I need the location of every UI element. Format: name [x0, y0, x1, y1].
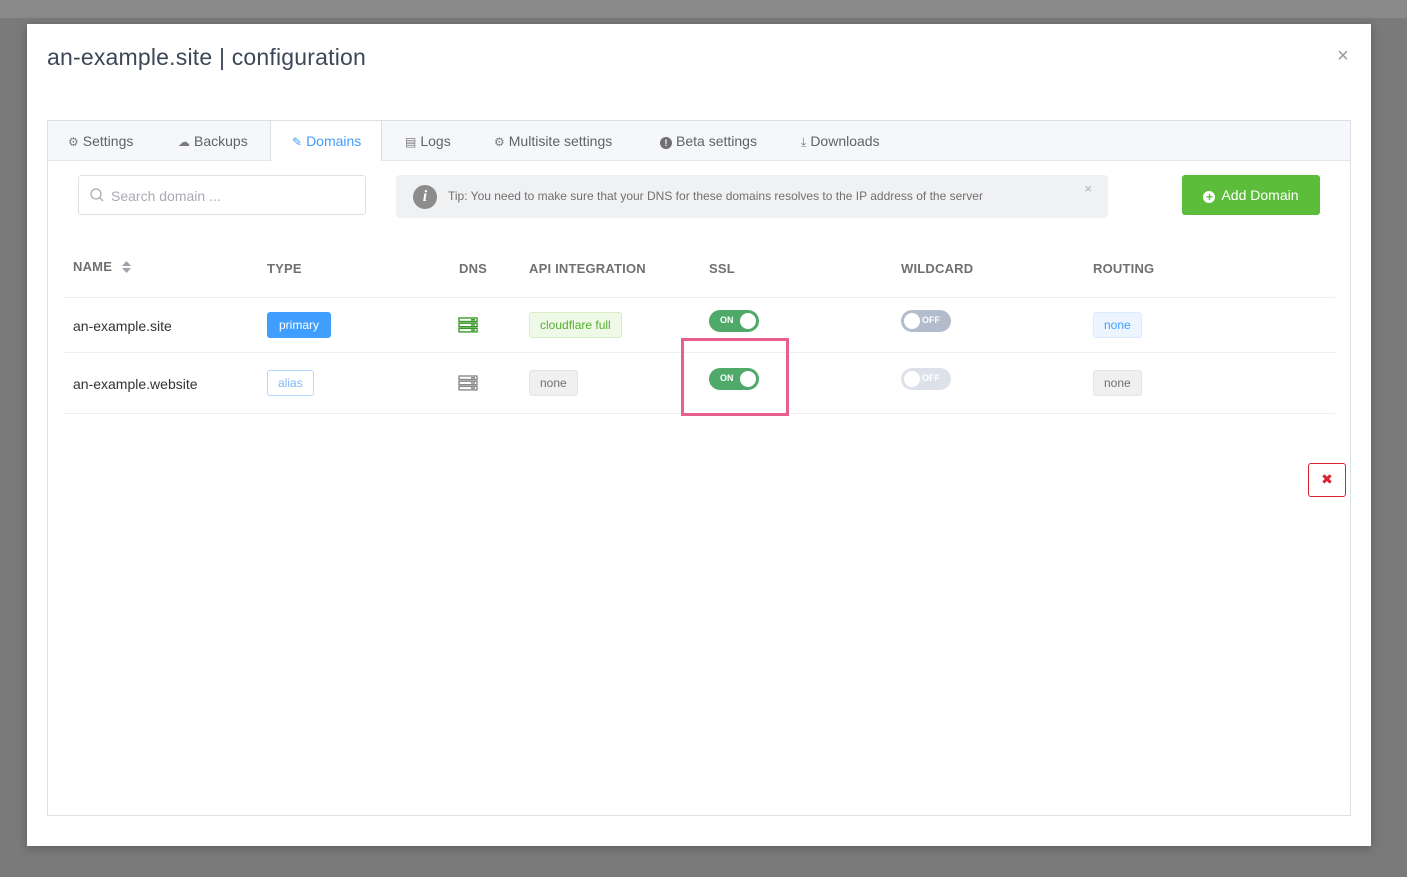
close-icon: ✖	[1321, 472, 1333, 488]
dns-server-ok-icon	[458, 317, 478, 333]
plus-circle-icon: +	[1203, 191, 1216, 203]
wildcard-toggle-disabled: OFF	[901, 368, 951, 390]
toggle-knob	[904, 371, 920, 387]
delete-domain-button[interactable]: ✖	[1308, 463, 1346, 497]
gear-icon: ⚙	[494, 135, 505, 149]
tab-bar: ⚙ Settings ☁ Backups ✎ Domains ▤ Logs ⚙ Multi…	[48, 121, 1350, 161]
routing-badge: none	[1093, 370, 1142, 396]
gear-icon: ⚙	[68, 135, 79, 149]
info-icon: i	[413, 185, 437, 209]
tab-label: Multisite settings	[508, 133, 613, 149]
type-badge-primary: primary	[267, 312, 332, 338]
add-domain-label: Add Domain	[1221, 187, 1299, 203]
search-input[interactable]	[109, 176, 363, 216]
routing-badge: none	[1093, 312, 1142, 338]
configuration-dialog: an-example.site | configuration × ⚙ Setti…	[27, 24, 1371, 846]
column-header-wildcard: WILDCARD	[901, 261, 974, 276]
tip-text: Tip: You need to make sure that your DNS…	[448, 189, 983, 203]
toggle-knob	[904, 313, 920, 329]
tab-logs[interactable]: ▤ Logs	[405, 121, 451, 160]
tab-settings[interactable]: ⚙ Settings	[68, 121, 133, 160]
close-icon[interactable]: ×	[1084, 181, 1092, 196]
table-header-divider	[63, 297, 1335, 298]
tab-label: Domains	[306, 133, 362, 149]
column-header-type: TYPE	[267, 261, 302, 276]
cloud-upload-icon: ☁	[178, 135, 190, 149]
tabs-panel: ⚙ Settings ☁ Backups ✎ Domains ▤ Logs ⚙ Multi…	[47, 120, 1351, 816]
document-icon: ▤	[405, 135, 417, 149]
dns-tip-alert: i Tip: You need to make sure that your D…	[396, 175, 1108, 218]
column-header-dns: DNS	[459, 261, 488, 276]
ssl-toggle-highlight	[681, 338, 789, 416]
tab-domains[interactable]: ✎ Domains	[270, 121, 383, 161]
download-icon: ⤓	[801, 135, 807, 149]
edit-icon: ✎	[292, 135, 303, 149]
search-box	[78, 175, 366, 216]
tab-downloads[interactable]: ⤓ Downloads	[801, 121, 880, 160]
header-label: NAME	[73, 259, 113, 274]
wildcard-toggle[interactable]: OFF	[901, 310, 951, 332]
api-integration-badge: cloudflare full	[529, 312, 622, 338]
tab-label: Settings	[82, 133, 134, 149]
close-icon[interactable]: ×	[1333, 46, 1353, 66]
dns-server-unknown-icon	[458, 375, 478, 391]
domain-name: an-example.website	[73, 376, 198, 392]
tab-beta-settings[interactable]: ! Beta settings	[660, 121, 757, 160]
tab-label: Backups	[194, 133, 248, 149]
add-domain-button[interactable]: + Add Domain	[1182, 175, 1320, 215]
sort-icon[interactable]	[121, 261, 131, 273]
search-icon	[90, 188, 104, 202]
ssl-toggle[interactable]: ON	[709, 310, 759, 332]
dialog-title: an-example.site | configuration	[47, 44, 367, 70]
background-app-strip	[0, 0, 1407, 18]
toggle-label: OFF	[922, 315, 940, 325]
toggle-knob	[740, 313, 756, 329]
tab-label: Downloads	[810, 133, 880, 149]
tab-label: Beta settings	[676, 133, 757, 149]
warning-circle-icon: !	[660, 137, 672, 149]
type-badge-alias: alias	[267, 370, 314, 396]
toggle-label: OFF	[922, 373, 940, 383]
column-header-api-integration: API INTEGRATION	[529, 261, 646, 276]
api-integration-badge: none	[529, 370, 578, 396]
domain-name: an-example.site	[73, 318, 172, 334]
tab-multisite-settings[interactable]: ⚙ Multisite settings	[494, 121, 612, 160]
column-header-routing: ROUTING	[1093, 261, 1155, 276]
tab-label: Logs	[420, 133, 451, 149]
column-header-name[interactable]: NAME	[73, 259, 131, 274]
column-header-ssl: SSL	[709, 261, 735, 276]
tab-backups[interactable]: ☁ Backups	[178, 121, 248, 160]
toggle-label: ON	[720, 315, 734, 325]
